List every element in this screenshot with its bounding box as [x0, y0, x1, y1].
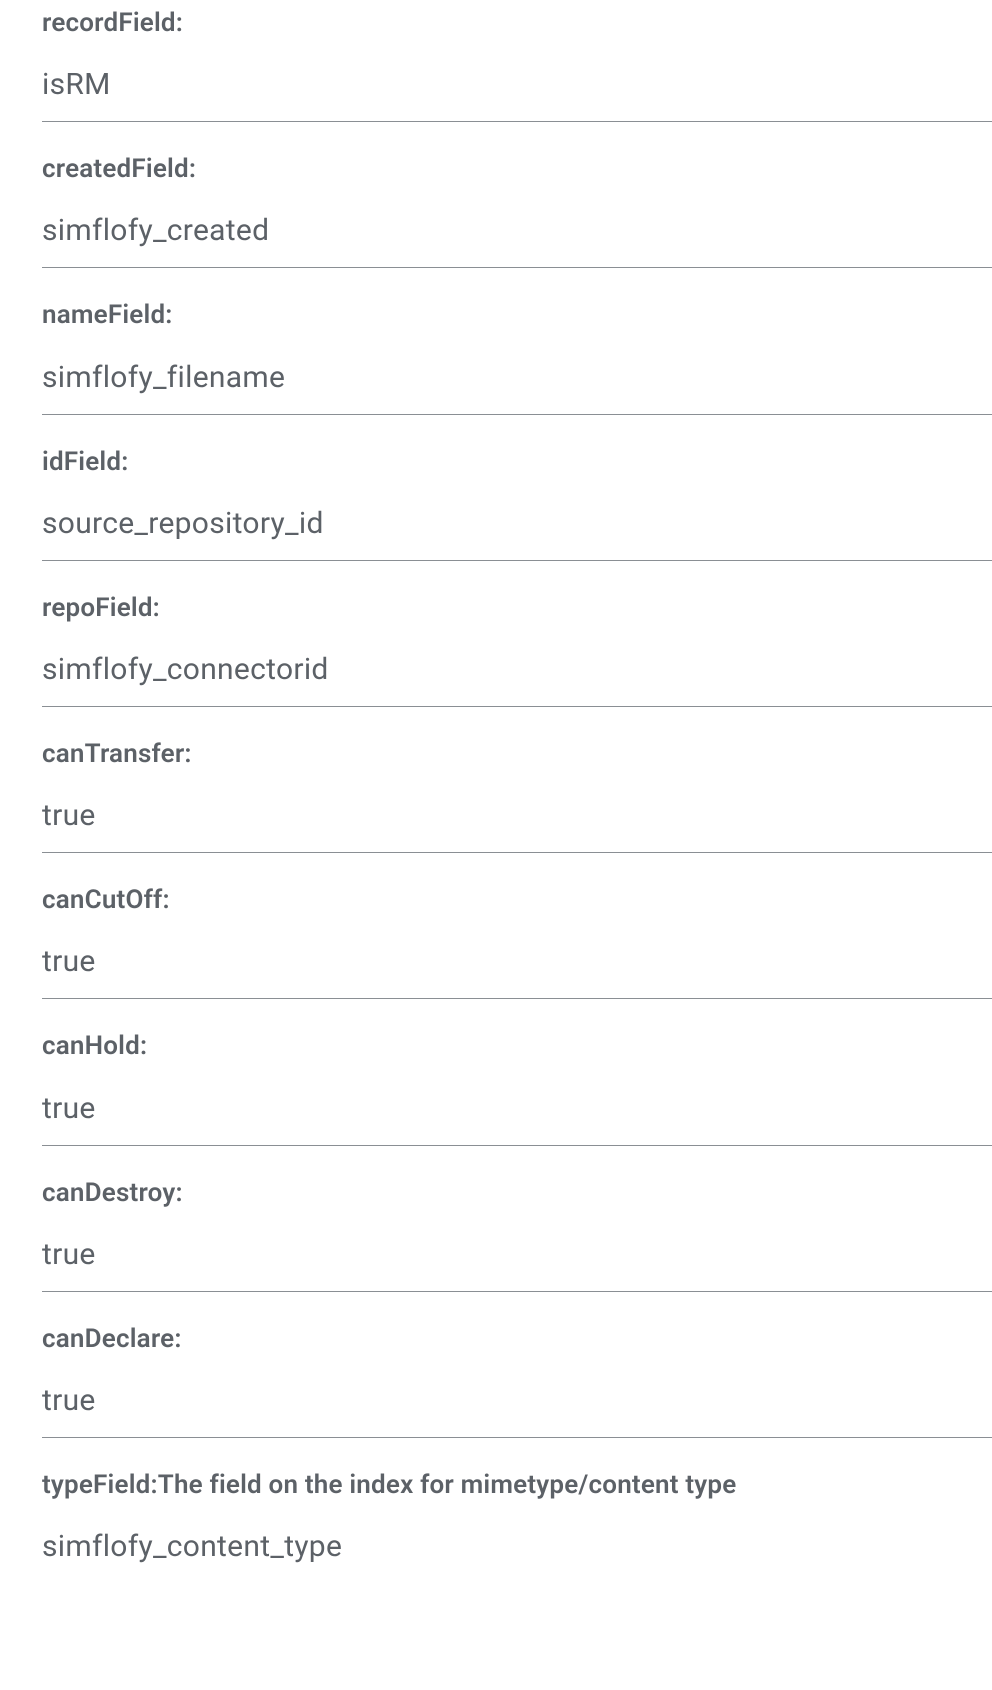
field-label: canCutOff: [42, 885, 992, 916]
field-repo: repoField: simflofy_connectorid [42, 593, 992, 707]
field-label: recordField: [42, 0, 992, 39]
field-name: nameField: simflofy_filename [42, 300, 992, 414]
field-can-hold: canHold: true [42, 1031, 992, 1145]
field-value: simflofy_filename [42, 360, 992, 396]
field-value: source_repository_id [42, 506, 992, 542]
field-value: true [42, 1237, 992, 1273]
field-id: idField: source_repository_id [42, 447, 992, 561]
field-record: recordField: isRM [42, 0, 992, 122]
field-can-cutoff: canCutOff: true [42, 885, 992, 999]
field-can-transfer: canTransfer: true [42, 739, 992, 853]
field-label: repoField: [42, 593, 992, 624]
field-value: simflofy_created [42, 213, 992, 249]
field-type: typeField:The field on the index for mim… [42, 1470, 992, 1565]
field-label: typeField:The field on the index for mim… [42, 1470, 992, 1501]
field-label: canHold: [42, 1031, 992, 1062]
field-can-destroy: canDestroy: true [42, 1178, 992, 1292]
field-value: true [42, 1091, 992, 1127]
field-value: true [42, 1383, 992, 1419]
field-label: canTransfer: [42, 739, 992, 770]
field-created: createdField: simflofy_created [42, 154, 992, 268]
field-label: canDeclare: [42, 1324, 992, 1355]
field-can-declare: canDeclare: true [42, 1324, 992, 1438]
field-label: createdField: [42, 154, 992, 185]
field-value: simflofy_connectorid [42, 652, 992, 688]
field-label: canDestroy: [42, 1178, 992, 1209]
field-value: true [42, 944, 992, 980]
field-value: simflofy_content_type [42, 1529, 992, 1565]
field-value: isRM [42, 67, 992, 103]
field-value: true [42, 798, 992, 834]
field-label: idField: [42, 447, 992, 478]
field-label: nameField: [42, 300, 992, 331]
